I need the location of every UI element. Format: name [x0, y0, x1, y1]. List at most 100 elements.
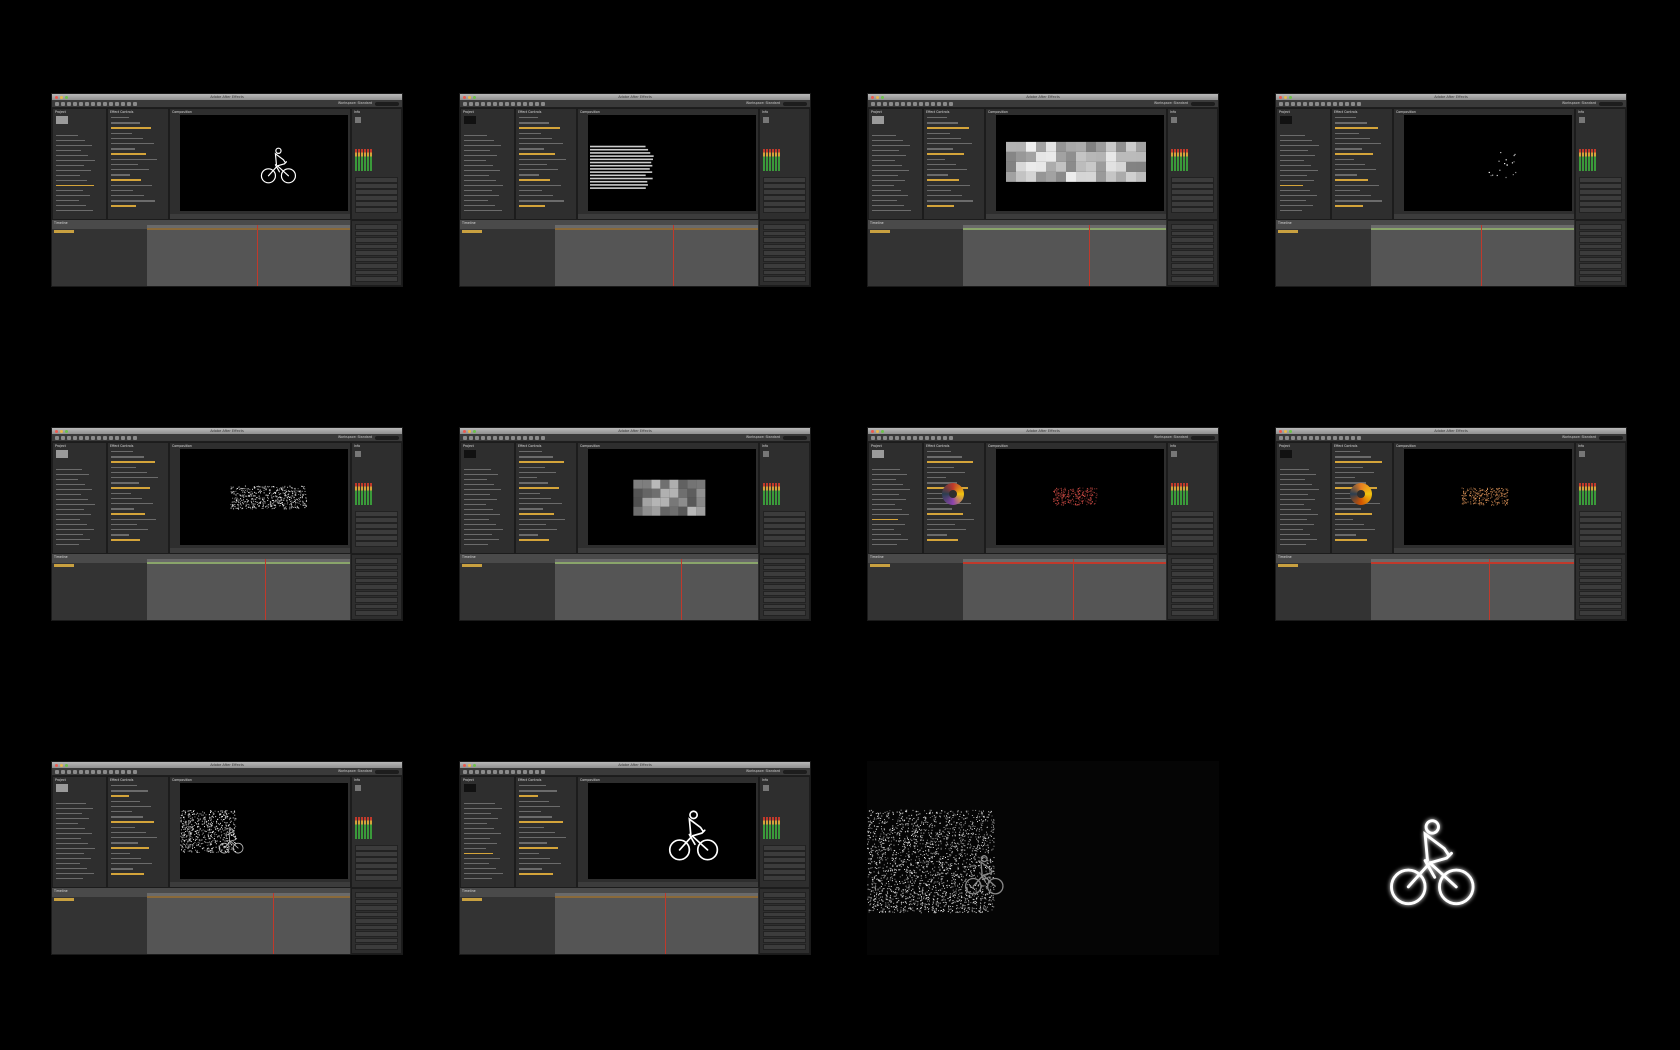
tool-icon[interactable] — [889, 101, 893, 106]
project-item[interactable] — [872, 180, 905, 182]
effect-param[interactable] — [519, 523, 546, 526]
tool-icon[interactable] — [463, 435, 467, 440]
effect-param[interactable] — [927, 456, 962, 458]
layer-row-selected[interactable] — [462, 564, 482, 567]
preset-item[interactable] — [763, 610, 806, 616]
tool-icon[interactable] — [1345, 101, 1349, 106]
viewer-controls[interactable] — [578, 548, 758, 553]
effect-controls-tab[interactable]: Effect Controls — [110, 444, 133, 448]
project-item[interactable] — [464, 808, 502, 810]
work-area-bar[interactable] — [147, 562, 350, 564]
composition-viewer[interactable] — [588, 449, 756, 545]
effect-param[interactable] — [519, 471, 556, 474]
effect-param[interactable] — [519, 534, 538, 536]
effect-param[interactable] — [519, 873, 553, 875]
tool-icon[interactable] — [505, 435, 509, 440]
effect-param[interactable] — [927, 148, 953, 150]
search-help-input[interactable] — [783, 435, 807, 440]
composition-viewer[interactable] — [180, 783, 348, 879]
preset-item[interactable] — [1579, 610, 1622, 616]
ae-screenshot[interactable]: Adobe After Effects Workspace: Standard Pr… — [51, 93, 403, 287]
effect-param[interactable] — [519, 451, 542, 453]
effect-param[interactable] — [519, 184, 561, 186]
effect-param[interactable] — [927, 477, 946, 479]
tool-icon[interactable] — [1345, 435, 1349, 440]
effect-controls-tab[interactable]: Effect Controls — [926, 444, 949, 448]
effect-param[interactable] — [111, 857, 141, 860]
project-item[interactable] — [1280, 469, 1309, 471]
tile-10[interactable]: Adobe After Effects Workspace: Standard Pr… — [459, 761, 811, 955]
preset-item[interactable] — [1579, 564, 1622, 570]
tool-icon[interactable] — [511, 101, 515, 106]
project-item[interactable] — [464, 489, 501, 491]
tool-icon[interactable] — [487, 101, 491, 106]
tile-6[interactable]: Adobe After Effects Workspace: Standard Pr… — [459, 427, 811, 621]
preset-item[interactable] — [1171, 564, 1214, 570]
effect-param[interactable] — [111, 529, 148, 531]
project-item[interactable] — [1280, 205, 1313, 207]
effect-param[interactable] — [111, 461, 155, 463]
tool-icon[interactable] — [79, 769, 83, 774]
tool-icon[interactable] — [487, 769, 491, 774]
preset-item[interactable] — [1579, 269, 1622, 275]
effect-param[interactable] — [519, 518, 565, 520]
preset-item[interactable] — [355, 892, 398, 898]
effect-param[interactable] — [927, 184, 970, 186]
project-item[interactable] — [464, 195, 499, 197]
project-tab[interactable]: Project — [55, 110, 66, 114]
effect-param[interactable] — [519, 195, 553, 197]
effect-param[interactable] — [927, 169, 967, 171]
tool-icon[interactable] — [511, 769, 515, 774]
preset-item[interactable] — [763, 263, 806, 269]
preset-item[interactable] — [763, 924, 806, 930]
info-tab[interactable]: Info — [762, 778, 768, 782]
preview-control[interactable] — [355, 851, 398, 857]
project-item[interactable] — [464, 868, 496, 870]
preset-item[interactable] — [355, 237, 398, 243]
tile-9[interactable]: Adobe After Effects Workspace: Standard Pr… — [51, 761, 403, 955]
tool-icon[interactable] — [133, 435, 137, 440]
tool-icon[interactable] — [505, 101, 509, 106]
project-item[interactable] — [56, 150, 81, 152]
work-area-bar[interactable] — [147, 896, 350, 898]
project-item[interactable] — [872, 155, 906, 157]
effect-param[interactable] — [111, 868, 133, 870]
tool-icon[interactable] — [937, 101, 941, 106]
time-graph[interactable] — [147, 559, 350, 620]
preset-item[interactable] — [763, 276, 806, 282]
effect-param[interactable] — [1335, 539, 1367, 541]
project-item[interactable] — [872, 195, 908, 197]
layer-list[interactable] — [52, 229, 147, 286]
tool-icon[interactable] — [103, 101, 107, 106]
preset-item[interactable] — [763, 571, 806, 577]
tool-icon[interactable] — [115, 435, 119, 440]
info-tab[interactable]: Info — [1578, 444, 1584, 448]
effect-param[interactable] — [1335, 513, 1372, 515]
tool-icon[interactable] — [1351, 435, 1355, 440]
composition-tab[interactable]: Composition — [1396, 444, 1416, 448]
effect-param[interactable] — [519, 122, 549, 124]
effect-param[interactable] — [927, 122, 958, 124]
preset-item[interactable] — [355, 571, 398, 577]
project-item[interactable] — [56, 863, 80, 865]
project-item[interactable] — [56, 140, 85, 142]
preset-item[interactable] — [355, 590, 398, 596]
tool-icon[interactable] — [469, 101, 473, 106]
project-item[interactable] — [56, 868, 87, 870]
effect-param[interactable] — [927, 466, 954, 468]
preset-item[interactable] — [1171, 250, 1214, 256]
ae-screenshot[interactable]: Adobe After Effects Workspace: Standard Pr… — [51, 427, 403, 621]
effect-param[interactable] — [1335, 174, 1357, 176]
effect-param[interactable] — [927, 158, 945, 160]
preview-control[interactable] — [1171, 541, 1214, 547]
effect-param[interactable] — [519, 811, 541, 813]
effect-param[interactable] — [519, 158, 566, 160]
preset-item[interactable] — [763, 237, 806, 243]
effect-param[interactable] — [927, 205, 954, 207]
preview-control[interactable] — [1171, 183, 1214, 189]
project-item[interactable] — [56, 853, 84, 855]
preview-control[interactable] — [355, 863, 398, 869]
preset-item[interactable] — [355, 905, 398, 911]
preview-control[interactable] — [1171, 201, 1214, 207]
timeline-tab[interactable]: Timeline — [462, 221, 476, 225]
